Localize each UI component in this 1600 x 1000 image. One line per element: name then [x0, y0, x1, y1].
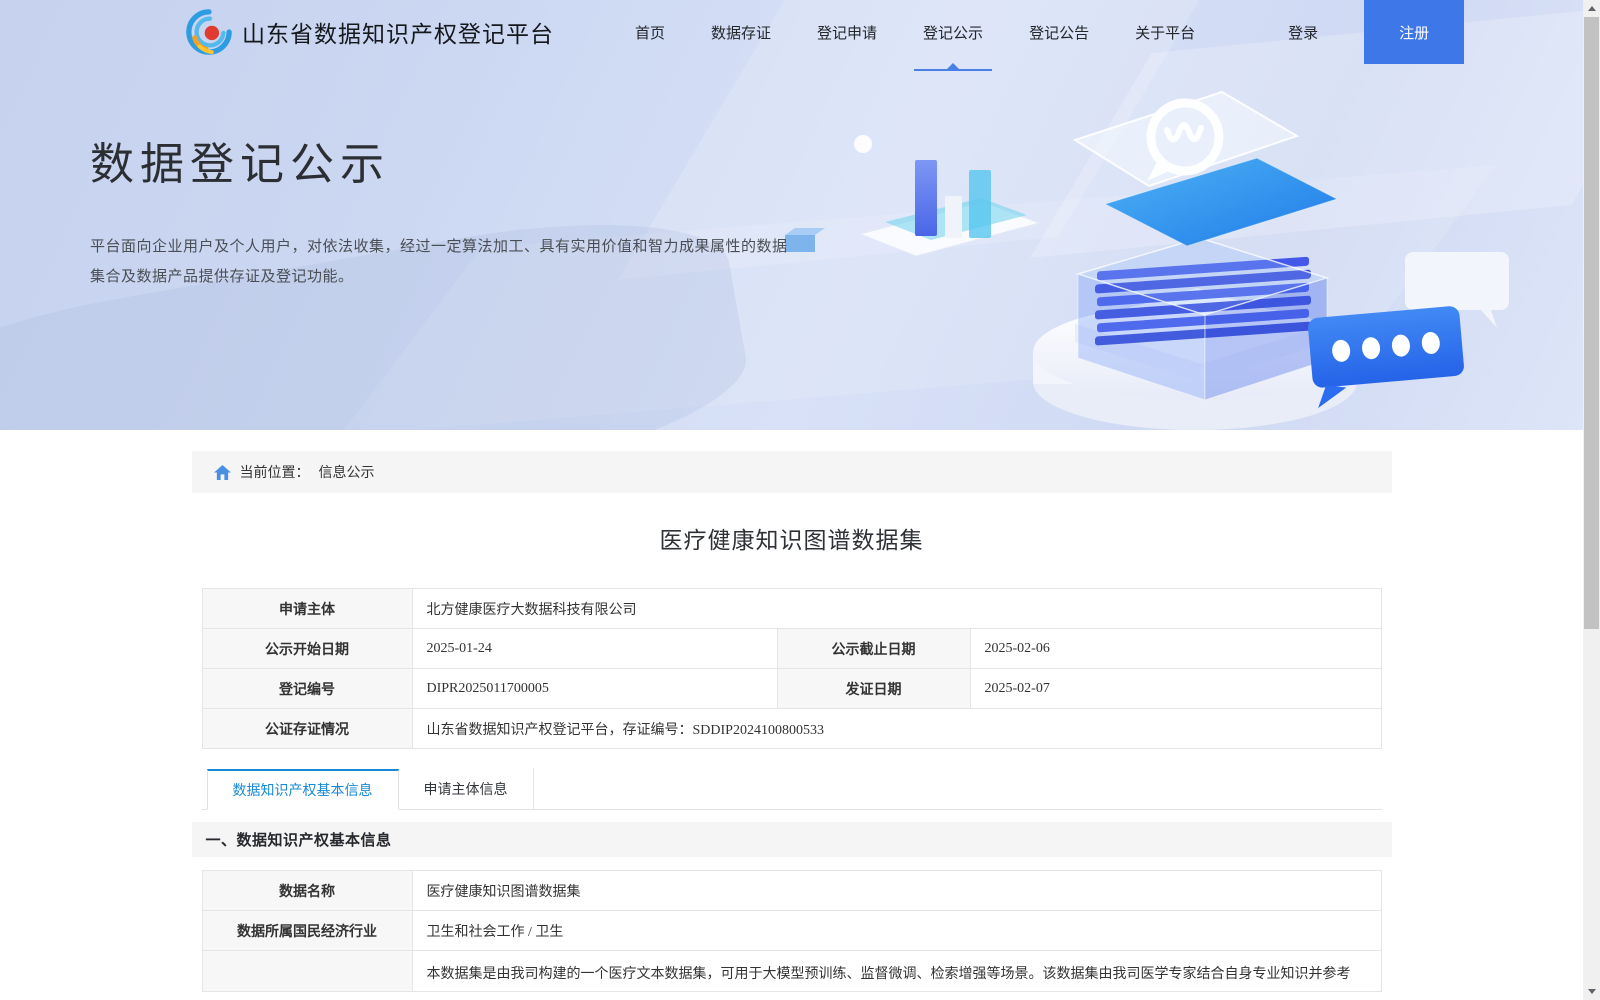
registration-no-label-cell: 登记编号 — [201, 668, 413, 709]
notary-label-cell: 公证存证情况 — [201, 708, 413, 749]
notary-value-cell: 山东省数据知识产权登记平台，存证编号：SDDIP2024100800533 — [411, 708, 1382, 749]
basic-info-table: 数据名称 医疗健康知识图谱数据集 数据所属国民经济行业 卫生和社会工作 / 卫生… — [201, 870, 1382, 992]
breadcrumb-current[interactable]: 信息公示 — [319, 462, 375, 482]
main-content: 当前位置： 信息公示 医疗健康知识图谱数据集 申请主体 北方健康医疗大数据科技有… — [0, 451, 1583, 992]
nav-item-label: 关于平台 — [1135, 24, 1196, 42]
scrollbar-down-arrow[interactable] — [1583, 983, 1600, 1000]
nav-item-label: 登记公告 — [1029, 24, 1090, 42]
table-row: 本数据集是由我司构建的一个医疗文本数据集，可用于大模型预训练、监督微调、检索增强… — [201, 950, 1382, 992]
nav-item-registration-publicity[interactable]: 登记公示 — [900, 0, 1006, 71]
nav-item-registration-apply[interactable]: 登记申请 — [794, 0, 900, 64]
tab-bar: 数据知识产权基本信息 申请主体信息 — [201, 768, 1382, 810]
nav-item-label: 数据存证 — [711, 24, 772, 42]
table-row: 公示开始日期 2025-01-24 公示截止日期 2025-02-06 — [201, 628, 1382, 669]
nav-item-data-deposit[interactable]: 数据存证 — [688, 0, 794, 64]
publicity-start-label-cell: 公示开始日期 — [201, 628, 413, 669]
summary-table: 申请主体 北方健康医疗大数据科技有限公司 公示开始日期 2025-01-24 公… — [201, 588, 1382, 749]
applicant-label-cell: 申请主体 — [201, 588, 413, 629]
brand[interactable]: 山东省数据知识产权登记平台 — [186, 9, 554, 55]
scrollbar-thumb[interactable] — [1584, 17, 1599, 629]
page-title: 医疗健康知识图谱数据集 — [659, 528, 924, 553]
section-heading: 一、数据知识产权基本信息 — [191, 822, 1392, 857]
hero-banner: 山东省数据知识产权登记平台 首页 数据存证 登记申请 登记公示 登记公告 关于平… — [0, 0, 1583, 430]
publicity-end-value-cell: 2025-02-06 — [969, 628, 1382, 669]
hero-description: 平台面向企业用户及个人用户，对依法收集，经过一定算法加工、具有实用价值和智力成果… — [90, 238, 788, 285]
breadcrumb: 当前位置： 信息公示 — [191, 451, 1392, 493]
nav-item-label: 首页 — [635, 24, 666, 42]
page: 山东省数据知识产权登记平台 首页 数据存证 登记申请 登记公示 登记公告 关于平… — [0, 0, 1600, 1000]
industry-value-cell: 卫生和社会工作 / 卫生 — [411, 910, 1382, 951]
brand-title: 山东省数据知识产权登记平台 — [242, 21, 554, 47]
data-name-label-cell: 数据名称 — [201, 870, 413, 911]
registration-no-value-cell: DIPR2025011700005 — [411, 668, 778, 709]
header: 山东省数据知识产权登记平台 首页 数据存证 登记申请 登记公示 登记公告 关于平… — [0, 0, 1583, 71]
issue-date-label-cell: 发证日期 — [776, 668, 971, 709]
nav-item-home[interactable]: 首页 — [612, 0, 688, 64]
table-row: 登记编号 DIPR2025011700005 发证日期 2025-02-07 — [201, 668, 1382, 709]
table-row: 数据所属国民经济行业 卫生和社会工作 / 卫生 — [201, 910, 1382, 951]
hero-illustration — [785, 90, 1509, 430]
scrollbar[interactable] — [1583, 0, 1600, 1000]
publicity-start-value-cell: 2025-01-24 — [411, 628, 778, 669]
table-row: 申请主体 北方健康医疗大数据科技有限公司 — [201, 588, 1382, 629]
nav-item-about-platform[interactable]: 关于平台 — [1112, 0, 1218, 64]
tab-data-ip-basic-info[interactable]: 数据知识产权基本信息 — [206, 769, 399, 810]
tab-applicant-info[interactable]: 申请主体信息 — [399, 768, 534, 809]
register-button[interactable]: 注册 — [1364, 0, 1465, 64]
login-link[interactable]: 登录 — [1264, 22, 1342, 43]
table-row: 公证存证情况 山东省数据知识产权登记平台，存证编号：SDDIP202410080… — [201, 708, 1382, 749]
active-nav-underline-icon — [914, 63, 993, 71]
nav-item-label: 登记申请 — [817, 24, 878, 42]
breadcrumb-prefix: 当前位置： — [239, 464, 310, 480]
home-icon[interactable] — [213, 464, 231, 480]
description-value-cell: 本数据集是由我司构建的一个医疗文本数据集，可用于大模型预训练、监督微调、检索增强… — [411, 950, 1382, 992]
data-name-value-cell: 医疗健康知识图谱数据集 — [411, 870, 1382, 911]
hero-copy: 数据登记公示 平台面向企业用户及个人用户，对依法收集，经过一定算法加工、具有实用… — [90, 128, 795, 292]
hero-title: 数据登记公示 — [90, 140, 390, 189]
publicity-end-label-cell: 公示截止日期 — [776, 628, 971, 669]
brand-logo-icon — [186, 9, 232, 55]
description-label-cell — [201, 950, 413, 992]
main-nav: 首页 数据存证 登记申请 登记公示 登记公告 关于平台 — [612, 0, 1218, 71]
nav-item-registration-announcement[interactable]: 登记公告 — [1006, 0, 1112, 64]
nav-item-label: 登记公示 — [923, 24, 984, 42]
issue-date-value-cell: 2025-02-07 — [969, 668, 1382, 709]
applicant-value-cell: 北方健康医疗大数据科技有限公司 — [411, 588, 1382, 629]
scrollbar-up-arrow[interactable] — [1583, 0, 1600, 17]
table-row: 数据名称 医疗健康知识图谱数据集 — [201, 870, 1382, 911]
industry-label-cell: 数据所属国民经济行业 — [201, 910, 413, 951]
